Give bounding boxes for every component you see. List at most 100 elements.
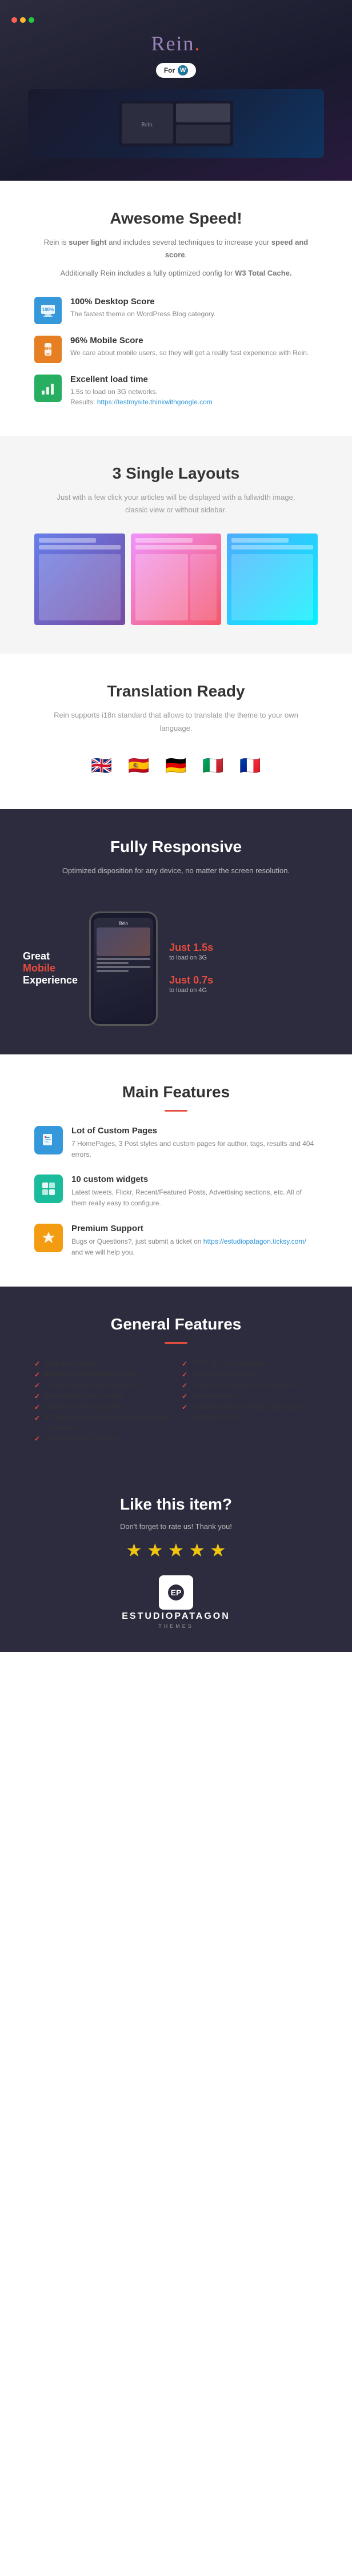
flag-fr: 🇫🇷 <box>236 752 265 781</box>
gf-item-r1: ✓ HTML & CSS3 optimized <box>182 1358 318 1369</box>
mobile-content: 96% Mobile Score We care about mobile us… <box>70 336 309 358</box>
phone-screen: Rein <box>94 918 153 1021</box>
general-underline <box>165 1342 187 1344</box>
mobile-desc: We care about mobile users, so they will… <box>70 348 309 358</box>
layouts-previews <box>34 533 318 625</box>
speed-desc1: Rein is super light and includes several… <box>34 236 318 261</box>
gf-item-3: ✓ Custom galleries with lightbox. <box>34 1380 170 1391</box>
check-r1: ✓ <box>182 1359 187 1369</box>
label-experience: Experience <box>23 974 78 986</box>
responsive-desc: Optimized disposition for any device, no… <box>62 865 290 877</box>
general-features-right: ✓ HTML & CSS3 optimized ✓ One click demo… <box>182 1358 318 1444</box>
phone-mockup: Rein <box>89 911 158 1026</box>
speed-badges: Just 1.5s to load on 3G Just 0.7s to loa… <box>169 942 213 995</box>
general-features-left: ✓ Fully documented. ✓ Minified and Optim… <box>34 1358 170 1444</box>
flags-row: 🇬🇧 🇪🇸 🇩🇪 🇮🇹 🇫🇷 <box>34 752 318 781</box>
studio-svg: EP <box>165 1581 187 1604</box>
translation-desc: Rein supports i18n standard that allows … <box>50 709 302 734</box>
gf-item-r4: ✓ 4 post formats. <box>182 1391 318 1402</box>
stars-row: ★ ★ ★ ★ ★ <box>34 1539 318 1561</box>
check-r4: ✓ <box>182 1391 187 1402</box>
gf-label-4: Builded with SEO in mind. <box>45 1391 124 1401</box>
desktop-content: 100% Desktop Score The fastest theme on … <box>70 297 215 319</box>
widgets-content: 10 custom widgets Latest tweets, Flickr,… <box>71 1174 318 1209</box>
gf-item-6: ✓ 6 Custom shortcodes with more than 50 … <box>34 1412 170 1433</box>
speed-title: Awesome Speed! <box>34 209 318 228</box>
pages-desc: 7 HomePages, 3 Post styles and custom pa… <box>71 1138 318 1160</box>
star-4: ★ <box>189 1539 205 1561</box>
logo-dot: . <box>195 32 201 55</box>
title-underline <box>165 1110 187 1112</box>
support-icon <box>34 1224 63 1252</box>
dot-yellow <box>20 17 26 23</box>
hero-logo: Rein. <box>11 31 341 55</box>
general-features-section: General Features ✓ Fully documented. ✓ M… <box>0 1287 352 1472</box>
wp-logo-icon: W <box>178 65 188 75</box>
mobile-icon: 96% <box>34 336 62 363</box>
dot-red <box>11 17 17 23</box>
gf-item-r5: ✓ Unlimited colors with an easy way to c… <box>182 1402 318 1422</box>
speed-item-load: Excellent load time 1.5s to load on 3G n… <box>34 375 318 407</box>
gf-item-4: ✓ Builded with SEO in mind. <box>34 1391 170 1402</box>
like-subtitle: Don't forget to rate us! Thank you! <box>34 1522 318 1531</box>
main-features-section: Main Features Lot of Custom Pages 7 Home… <box>0 1054 352 1287</box>
layout-preview-2 <box>131 533 222 625</box>
gf-label-6: 6 Custom shortcodes with more than 50 va… <box>45 1412 170 1433</box>
responsive-label: Great Mobile Experience <box>23 950 78 986</box>
gf-item-1: ✓ Fully documented. <box>34 1358 170 1369</box>
speed-3g-value: Just 1.5s <box>169 942 213 954</box>
desktop-title: 100% Desktop Score <box>70 297 215 306</box>
dot-green <box>29 17 34 23</box>
support-title: Premium Support <box>71 1224 318 1233</box>
main-features-title: Main Features <box>34 1083 318 1101</box>
window-dots <box>11 17 341 23</box>
gf-label-3: Custom galleries with lightbox. <box>45 1380 137 1390</box>
check-4: ✓ <box>34 1391 40 1402</box>
studio-logo: EP ESTUDIOPATAGON THEMES <box>34 1575 318 1629</box>
speed-section: Awesome Speed! Rein is super light and i… <box>0 181 352 436</box>
layout-preview-3 <box>227 533 318 625</box>
flag-de: 🇩🇪 <box>162 752 190 781</box>
desktop-icon: 100% <box>34 297 62 324</box>
widgets-desc: Latest tweets, Flickr, Recent/Featured P… <box>71 1187 318 1209</box>
layouts-desc: Just with a few click your articles will… <box>50 491 302 516</box>
speed-desc2: Additionally Rein includes a fully optim… <box>34 267 318 280</box>
label-mobile: Mobile <box>23 962 78 974</box>
check-6: ✓ <box>34 1413 40 1423</box>
hero-section: Rein. For W Rein. <box>0 0 352 181</box>
speed-4g-value: Just 0.7s <box>169 974 213 986</box>
hero-illustration: Rein. <box>119 101 233 146</box>
mobile-title: 96% Mobile Score <box>70 336 309 345</box>
svg-text:100%: 100% <box>42 307 54 312</box>
load-desc: 1.5s to load on 3G networks.Results: htt… <box>70 387 213 407</box>
results-link[interactable]: https://testmysite.thinkwithgoogle.com <box>97 398 213 406</box>
gf-label-5: Full theme options panel. <box>45 1402 121 1412</box>
responsive-content: Great Mobile Experience Rein Just 1.5s t… <box>23 911 329 1026</box>
gf-item-5: ✓ Full theme options panel. <box>34 1402 170 1412</box>
pages-title: Lot of Custom Pages <box>71 1126 318 1136</box>
star-3: ★ <box>168 1539 185 1561</box>
like-title: Like this item? <box>34 1495 318 1514</box>
general-features-grid: ✓ Fully documented. ✓ Minified and Optim… <box>34 1358 318 1444</box>
support-desc: Bugs or Questions?, just submit a ticket… <box>71 1236 318 1258</box>
check-3: ✓ <box>34 1380 40 1391</box>
speed-4g-label: to load on 4G <box>169 986 213 995</box>
layouts-section: 3 Single Layouts Just with a few click y… <box>0 436 352 654</box>
gf-label-r4: 4 post formats. <box>192 1391 237 1401</box>
hero-wp-badge: For W <box>156 63 196 78</box>
hero-screenshot-inner: Rein. <box>28 89 324 158</box>
check-1: ✓ <box>34 1359 40 1369</box>
phone-img <box>97 927 150 956</box>
general-features-title: General Features <box>34 1315 318 1333</box>
check-r2: ✓ <box>182 1369 187 1380</box>
speed-features-list: 100% 100% Desktop Score The fastest them… <box>34 297 318 407</box>
desktop-desc: The fastest theme on WordPress Blog cate… <box>70 309 215 319</box>
support-link[interactable]: https://estudiopatagon.ticksy.com/ <box>203 1237 306 1245</box>
hero-screenshot: Rein. <box>28 89 324 158</box>
gf-label-1: Fully documented. <box>45 1358 101 1368</box>
load-title: Excellent load time <box>70 375 213 384</box>
gf-item-r2: ✓ One click demo import. <box>182 1369 318 1380</box>
feature-pages: Lot of Custom Pages 7 HomePages, 3 Post … <box>34 1126 318 1160</box>
pages-icon <box>34 1126 63 1154</box>
speed-3g: Just 1.5s to load on 3G <box>169 942 213 962</box>
